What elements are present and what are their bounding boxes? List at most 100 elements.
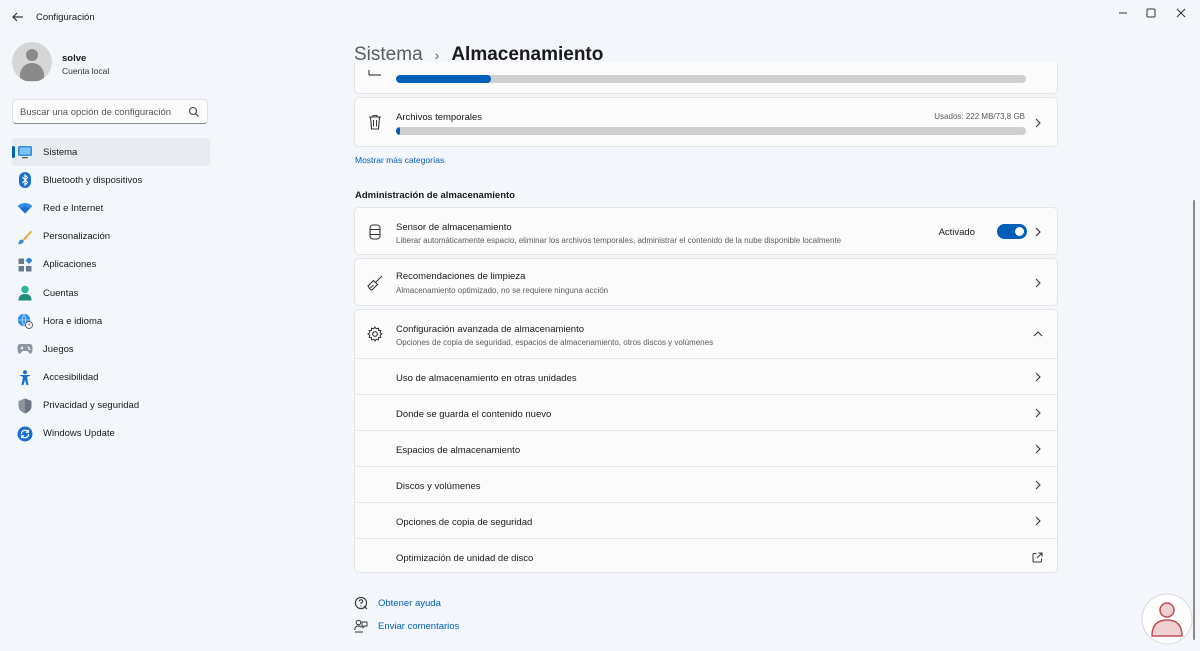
sidebar-item-label: Red e Internet xyxy=(43,202,104,214)
advanced-item-label: Uso de almacenamiento en otras unidades xyxy=(396,373,577,384)
help-icon xyxy=(354,596,368,610)
apps-icon xyxy=(17,257,33,273)
user-profile[interactable]: solve Cuenta local xyxy=(12,42,212,82)
storage-sense-subtitle: Liberar automáticamente espacio, elimina… xyxy=(396,236,842,245)
advanced-item-label: Espacios de almacenamiento xyxy=(396,445,521,456)
chevron-right-icon xyxy=(1033,372,1043,382)
sidebar-item-juegos[interactable]: Juegos xyxy=(12,335,210,363)
sidebar-item-label: Cuentas xyxy=(43,287,79,299)
temp-files-title: Archivos temporales xyxy=(396,112,483,123)
sidebar-item-accesibilidad[interactable]: Accesibilidad xyxy=(12,364,210,392)
send-feedback-link[interactable]: Enviar comentarios xyxy=(354,618,459,634)
maximize-icon xyxy=(1146,8,1156,18)
get-help-link[interactable]: Obtener ayuda xyxy=(354,595,441,611)
usage-bar xyxy=(396,75,1026,83)
advanced-item-drive-optimization[interactable]: Optimización de unidad de disco xyxy=(355,538,1057,574)
profile-account-type: Cuenta local xyxy=(62,66,110,76)
usage-bar-fill xyxy=(396,127,400,135)
logo-watermark xyxy=(1141,593,1193,645)
brush-icon xyxy=(17,229,33,245)
sidebar-item-label: Privacidad y seguridad xyxy=(43,400,140,412)
gear-icon xyxy=(367,326,383,342)
temp-files-usage: Usados: 222 MB/73,8 GB xyxy=(934,112,1025,121)
sidebar-item-label: Sistema xyxy=(43,146,78,158)
breadcrumb-separator: › xyxy=(434,47,440,63)
sidebar-nav: Sistema Bluetooth y dispositivos Red e I… xyxy=(12,138,210,448)
advanced-storage-subtitle: Opciones de copia de seguridad, espacios… xyxy=(396,338,714,347)
back-button[interactable] xyxy=(8,8,28,26)
sidebar-item-label: Personalización xyxy=(43,231,111,243)
advanced-storage-header[interactable]: Configuración avanzada de almacenamiento… xyxy=(355,310,1057,358)
sidebar-item-red[interactable]: Red e Internet xyxy=(12,194,210,222)
sidebar-item-label: Juegos xyxy=(43,343,74,355)
close-button[interactable] xyxy=(1166,4,1196,22)
close-icon xyxy=(1176,8,1186,18)
sidebar-item-sistema[interactable]: Sistema xyxy=(12,138,210,167)
profile-name: solve xyxy=(62,53,87,64)
avatar xyxy=(12,42,52,82)
cleanup-title: Recomendaciones de limpieza xyxy=(396,271,526,282)
gamepad-icon xyxy=(17,341,33,357)
sidebar-item-label: Windows Update xyxy=(43,428,115,440)
wifi-icon xyxy=(17,200,33,216)
usage-bar-fill xyxy=(396,75,491,83)
search-input[interactable]: Buscar una opción de configuración xyxy=(12,99,208,124)
advanced-item-storage-spaces[interactable]: Espacios de almacenamiento xyxy=(355,430,1057,466)
update-icon xyxy=(17,426,33,442)
sidebar-item-privacidad[interactable]: Privacidad y seguridad xyxy=(12,392,210,420)
chevron-up-icon xyxy=(1033,329,1043,339)
chevron-right-icon xyxy=(1033,408,1043,418)
sidebar-item-bluetooth[interactable]: Bluetooth y dispositivos xyxy=(12,166,210,194)
settings-window: Configuración solve Cuenta local Buscar … xyxy=(0,0,1200,651)
storage-sense-card[interactable]: Sensor de almacenamiento Liberar automát… xyxy=(354,207,1058,255)
minimize-button[interactable] xyxy=(1108,4,1138,22)
chevron-right-icon xyxy=(1033,516,1043,526)
title-bar: Configuración xyxy=(0,0,1200,34)
maximize-button[interactable] xyxy=(1136,4,1166,22)
monitor-icon xyxy=(17,144,33,160)
cleanup-subtitle: Almacenamiento optimizado, no se requier… xyxy=(396,286,609,295)
app-title: Configuración xyxy=(36,12,95,23)
search-placeholder: Buscar una opción de configuración xyxy=(20,107,172,118)
sidebar-item-label: Aplicaciones xyxy=(43,259,97,271)
bluetooth-icon xyxy=(17,172,33,189)
get-help-label: Obtener ayuda xyxy=(378,597,441,609)
chevron-right-icon xyxy=(1033,444,1043,454)
storage-sense-title: Sensor de almacenamiento xyxy=(396,222,512,233)
globe-clock-icon xyxy=(17,313,33,330)
person-icon xyxy=(17,285,33,301)
advanced-storage-title: Configuración avanzada de almacenamiento xyxy=(396,324,585,335)
sidebar-item-label: Bluetooth y dispositivos xyxy=(43,174,143,186)
chevron-right-icon xyxy=(1033,118,1043,128)
broom-icon xyxy=(367,275,383,291)
storage-category-partial[interactable] xyxy=(354,62,1058,94)
advanced-item-backup-options[interactable]: Opciones de copia de seguridad xyxy=(355,502,1057,538)
accessibility-icon xyxy=(17,369,33,386)
advanced-storage-card: Configuración avanzada de almacenamiento… xyxy=(354,309,1058,573)
sidebar-item-personalizacion[interactable]: Personalización xyxy=(12,223,210,251)
sidebar-item-label: Accesibilidad xyxy=(43,372,99,384)
search-icon xyxy=(188,106,199,117)
advanced-item-other-drives[interactable]: Uso de almacenamiento en otras unidades xyxy=(355,358,1057,394)
section-title-management: Administración de almacenamiento xyxy=(355,190,515,201)
sidebar-item-hora[interactable]: Hora e idioma xyxy=(12,307,210,335)
chevron-right-icon xyxy=(1033,227,1043,237)
shield-icon xyxy=(17,398,33,414)
arrow-left-icon xyxy=(12,12,23,22)
storage-category-temp-files[interactable]: Archivos temporales Usados: 222 MB/73,8 … xyxy=(354,97,1058,147)
feedback-icon xyxy=(354,619,368,633)
storage-sense-toggle[interactable] xyxy=(997,224,1027,239)
chevron-right-icon xyxy=(1033,278,1043,288)
storage-drive-icon xyxy=(367,224,383,240)
scrollbar[interactable] xyxy=(1193,200,1195,640)
advanced-item-save-locations[interactable]: Donde se guarda el contenido nuevo xyxy=(355,394,1057,430)
advanced-item-label: Discos y volúmenes xyxy=(396,481,481,492)
cleanup-recommendations-card[interactable]: Recomendaciones de limpieza Almacenamien… xyxy=(354,258,1058,306)
sidebar-item-cuentas[interactable]: Cuentas xyxy=(12,279,210,307)
storage-sense-state: Activado xyxy=(938,227,975,238)
show-more-categories-link[interactable]: Mostrar más categorías xyxy=(355,155,444,165)
trash-icon xyxy=(367,114,383,130)
advanced-item-disks-volumes[interactable]: Discos y volúmenes xyxy=(355,466,1057,502)
sidebar-item-windows-update[interactable]: Windows Update xyxy=(12,420,210,448)
sidebar-item-aplicaciones[interactable]: Aplicaciones xyxy=(12,251,210,279)
